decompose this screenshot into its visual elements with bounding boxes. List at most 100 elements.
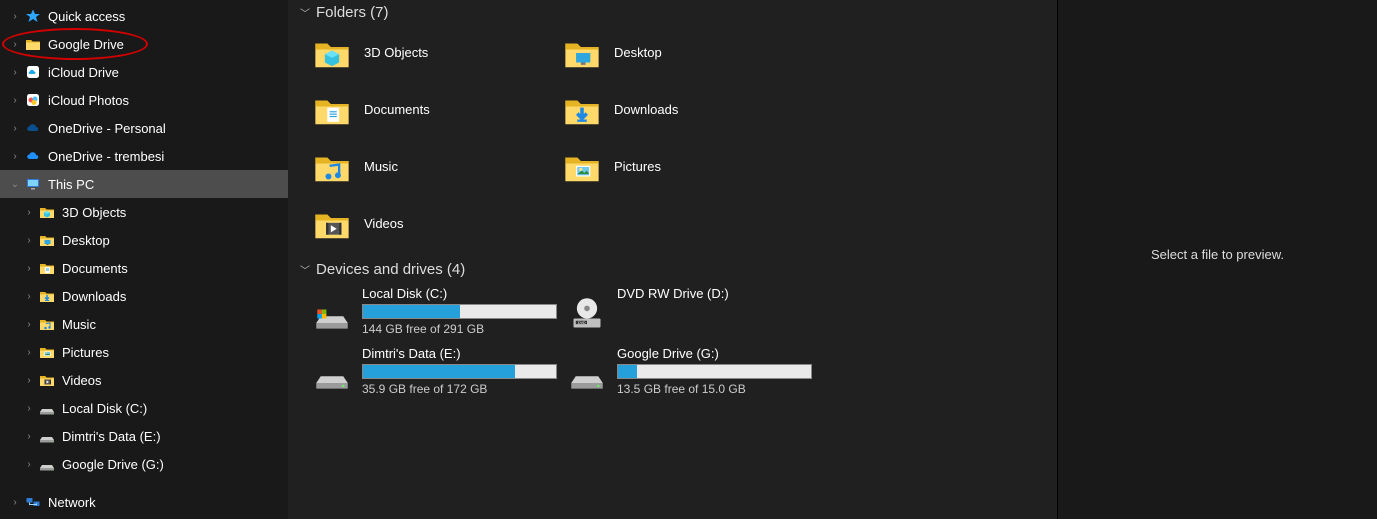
- tree-item[interactable]: ›Pictures: [0, 338, 288, 366]
- tree-item[interactable]: › Google Drive (G:): [0, 450, 288, 478]
- chevron-right-icon[interactable]: ›: [20, 459, 38, 470]
- drive-tile[interactable]: Google Drive (G:) 13.5 GB free of 15.0 GB: [567, 346, 822, 396]
- onedrive-icon: [24, 119, 42, 137]
- drive-label: Google Drive (G:): [617, 346, 812, 361]
- chevron-right-icon[interactable]: ›: [6, 95, 24, 106]
- folder-tile[interactable]: 3D Objects: [312, 25, 562, 80]
- tree-item[interactable]: ›Music: [0, 310, 288, 338]
- chevron-right-icon[interactable]: ›: [20, 207, 38, 218]
- drive-free-text: 13.5 GB free of 15.0 GB: [617, 382, 812, 396]
- drives-header-label: Devices and drives (4): [316, 261, 465, 278]
- chevron-down-icon: ﹀: [300, 5, 310, 20]
- downloads-icon: [38, 287, 56, 305]
- tree-item[interactable]: › Quick access: [0, 2, 288, 30]
- tree-item-label: OneDrive - trembesi: [48, 149, 164, 164]
- music-icon: [38, 315, 56, 333]
- desktop-icon: [38, 231, 56, 249]
- capacity-bar: [617, 364, 812, 379]
- chevron-right-icon[interactable]: ›: [6, 11, 24, 22]
- tree-item[interactable]: ›Videos: [0, 366, 288, 394]
- drive-icon: [38, 427, 56, 445]
- tree-item-label: Quick access: [48, 9, 125, 24]
- tree-item-label: Downloads: [62, 289, 126, 304]
- folder-tile[interactable]: Music: [312, 139, 562, 194]
- chevron-right-icon[interactable]: ›: [20, 263, 38, 274]
- folders-group-header[interactable]: ﹀ Folders (7): [298, 0, 1057, 25]
- chevron-right-icon[interactable]: ›: [6, 151, 24, 162]
- hdd-icon: [567, 354, 607, 394]
- downloads-big-icon: [562, 90, 602, 130]
- tree-item[interactable]: › OneDrive - Personal: [0, 114, 288, 142]
- tree-item-label: Google Drive: [48, 37, 124, 52]
- tree-item-label: Network: [48, 495, 96, 510]
- capacity-bar: [362, 364, 557, 379]
- folder-tile[interactable]: Documents: [312, 82, 562, 137]
- drive-tile[interactable]: DVD DVD RW Drive (D:): [567, 286, 822, 336]
- chevron-down-icon[interactable]: ⌄: [6, 179, 24, 190]
- tree-item[interactable]: ›3D Objects: [0, 198, 288, 226]
- chevron-right-icon[interactable]: ›: [20, 403, 38, 414]
- chevron-right-icon[interactable]: ›: [20, 291, 38, 302]
- drive-label: DVD RW Drive (D:): [617, 286, 812, 301]
- folder-icon: [24, 35, 42, 53]
- chevron-right-icon[interactable]: ›: [6, 39, 24, 50]
- folder-label: Documents: [364, 102, 430, 117]
- tree-item[interactable]: › Dimtri's Data (E:): [0, 422, 288, 450]
- chevron-right-icon[interactable]: ›: [20, 235, 38, 246]
- capacity-bar: [362, 304, 557, 319]
- tree-item-label: Dimtri's Data (E:): [62, 429, 161, 444]
- content-pane: ﹀ Folders (7) 3D Objects Desktop Documents…: [288, 0, 1057, 519]
- drive-icon: [38, 399, 56, 417]
- tree-item[interactable]: › Desktop: [0, 226, 288, 254]
- tree-item[interactable]: ›iCloud Drive: [0, 58, 288, 86]
- drive-label: Dimtri's Data (E:): [362, 346, 557, 361]
- svg-text:DVD: DVD: [578, 321, 586, 325]
- folder-tile[interactable]: Desktop: [562, 25, 812, 80]
- chevron-right-icon[interactable]: ›: [20, 347, 38, 358]
- tree-item[interactable]: › OneDrive - trembesi: [0, 142, 288, 170]
- drives-group-header[interactable]: ﹀ Devices and drives (4): [298, 257, 1057, 282]
- drive-free-text: 144 GB free of 291 GB: [362, 322, 557, 336]
- music-big-icon: [312, 147, 352, 187]
- tree-item[interactable]: › Documents: [0, 254, 288, 282]
- pictures-icon: [38, 343, 56, 361]
- folder-tile[interactable]: Downloads: [562, 82, 812, 137]
- capacity-fill: [618, 365, 637, 378]
- videos-icon: [38, 371, 56, 389]
- tree-item[interactable]: › Network: [0, 488, 288, 516]
- tree-item[interactable]: ⌄This PC: [0, 170, 288, 198]
- folder-label: Pictures: [614, 159, 661, 174]
- drive-tile[interactable]: Local Disk (C:) 144 GB free of 291 GB: [312, 286, 567, 336]
- drive-body: Google Drive (G:) 13.5 GB free of 15.0 GB: [617, 346, 812, 396]
- tree-item-label: OneDrive - Personal: [48, 121, 166, 136]
- folder-label: 3D Objects: [364, 45, 428, 60]
- folder-label: Videos: [364, 216, 404, 231]
- chevron-right-icon[interactable]: ›: [20, 431, 38, 442]
- chevron-right-icon[interactable]: ›: [6, 497, 24, 508]
- folder-label: Desktop: [614, 45, 662, 60]
- tree-item[interactable]: › Downloads: [0, 282, 288, 310]
- drive-free-text: 35.9 GB free of 172 GB: [362, 382, 557, 396]
- 3dobjects-icon: [38, 203, 56, 221]
- tree-item[interactable]: › Google Drive: [0, 30, 288, 58]
- tree-item[interactable]: ›iCloud Photos: [0, 86, 288, 114]
- drive-tile[interactable]: Dimtri's Data (E:) 35.9 GB free of 172 GB: [312, 346, 567, 396]
- videos-big-icon: [312, 204, 352, 244]
- tree-item-label: Documents: [62, 261, 128, 276]
- thispc-icon: [24, 175, 42, 193]
- tree-item[interactable]: ›Local Disk (C:): [0, 394, 288, 422]
- tree-item-label: Google Drive (G:): [62, 457, 164, 472]
- dvd-icon: DVD: [567, 294, 607, 334]
- chevron-down-icon: ﹀: [300, 262, 310, 277]
- chevron-right-icon[interactable]: ›: [6, 67, 24, 78]
- folder-tile[interactable]: Pictures: [562, 139, 812, 194]
- folder-label: Music: [364, 159, 398, 174]
- chevron-right-icon[interactable]: ›: [20, 319, 38, 330]
- tree-item-label: Desktop: [62, 233, 110, 248]
- capacity-fill: [363, 365, 515, 378]
- drive-label: Local Disk (C:): [362, 286, 557, 301]
- chevron-right-icon[interactable]: ›: [20, 375, 38, 386]
- folder-tile[interactable]: Videos: [312, 196, 562, 251]
- chevron-right-icon[interactable]: ›: [6, 123, 24, 134]
- network-icon: [24, 493, 42, 511]
